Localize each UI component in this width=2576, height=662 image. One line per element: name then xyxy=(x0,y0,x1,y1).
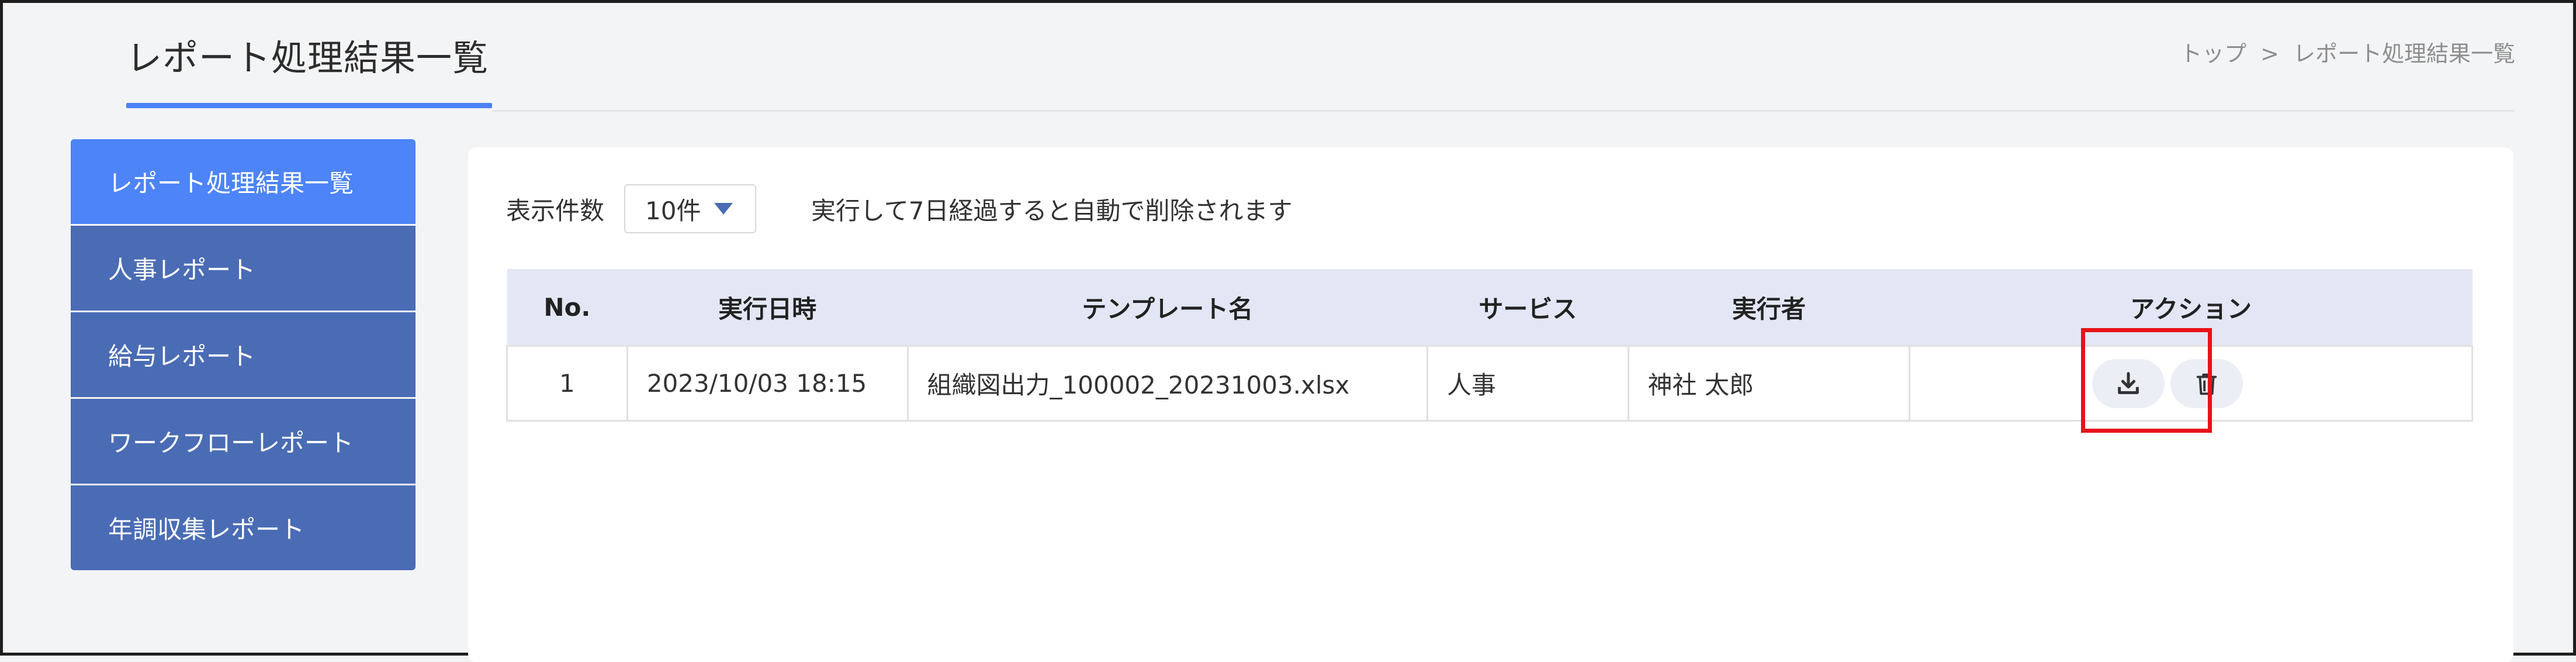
caret-down-icon xyxy=(714,203,733,215)
sidebar-item-label: レポート処理結果一覧 xyxy=(108,169,354,198)
sidebar-item-label: ワークフローレポート xyxy=(108,429,354,457)
cell-template: 組織図出力_100002_20231003.xlsx xyxy=(906,345,1429,422)
sidebar-item-label: 年調収集レポート xyxy=(108,515,305,544)
sidebar-item-report-results[interactable]: レポート処理結果一覧 xyxy=(71,139,416,224)
sidebar-item-year-end-report[interactable]: 年調収集レポート xyxy=(71,485,416,570)
breadcrumb-home[interactable]: トップ xyxy=(2180,37,2246,70)
cell-executor: 神社 太郎 xyxy=(1627,345,1911,422)
download-highlight-box xyxy=(2081,328,2212,433)
column-header-executor: 実行者 xyxy=(1628,269,1910,346)
sidebar-item-payroll-report[interactable]: 給与レポート xyxy=(71,312,416,397)
breadcrumb-current: レポート処理結果一覧 xyxy=(2293,41,2515,67)
cell-no: 1 xyxy=(506,345,628,422)
title-underline xyxy=(126,103,492,108)
sidebar-item-hr-report[interactable]: 人事レポート xyxy=(71,226,416,311)
page-size-value: 10件 xyxy=(645,196,701,225)
cell-service: 人事 xyxy=(1427,345,1629,422)
column-header-service: サービス xyxy=(1427,269,1629,346)
sidebar: レポート処理結果一覧 人事レポート 給与レポート ワークフローレポート 年調収集… xyxy=(71,139,416,572)
breadcrumb: トップ > レポート処理結果一覧 xyxy=(2180,37,2515,70)
sidebar-item-workflow-report[interactable]: ワークフローレポート xyxy=(71,399,416,484)
auto-delete-notice: 実行して7日経過すると自動で削除されます xyxy=(811,196,1293,225)
column-header-template: テンプレート名 xyxy=(908,269,1428,346)
column-header-no: No. xyxy=(507,269,628,346)
cell-executed-at: 2023/10/03 18:15 xyxy=(626,345,909,422)
page-title: レポート処理結果一覧 xyxy=(126,37,489,79)
page-size-label: 表示件数 xyxy=(506,196,605,225)
breadcrumb-separator: > xyxy=(2260,41,2279,67)
list-controls: 表示件数 10件 実行して7日経過すると自動で削除されます xyxy=(506,184,1292,233)
page-size-select[interactable]: 10件 xyxy=(624,184,757,233)
column-header-executed-at: 実行日時 xyxy=(627,269,908,346)
header-divider xyxy=(492,110,2514,112)
sidebar-item-label: 人事レポート xyxy=(108,256,256,284)
sidebar-item-label: 給与レポート xyxy=(108,342,256,371)
